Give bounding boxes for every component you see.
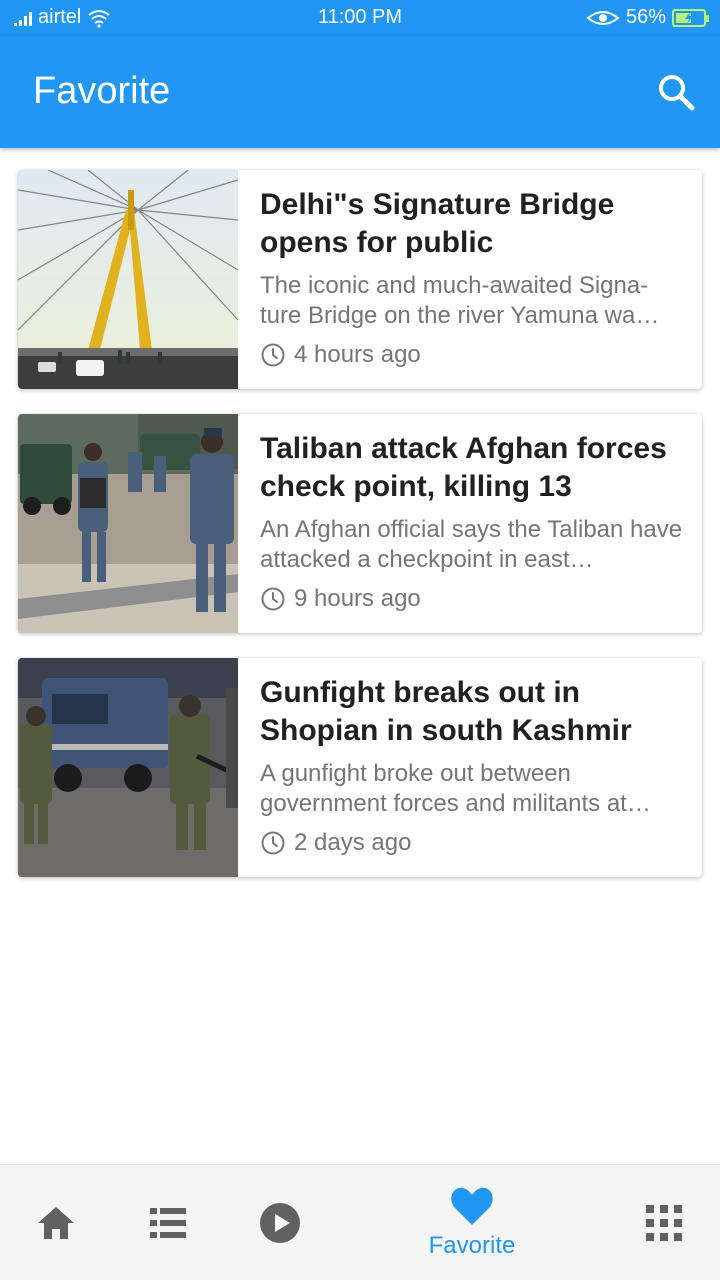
battery-icon xyxy=(672,8,709,27)
article-description: The iconic and much-awaited Signa-ture B… xyxy=(260,272,660,329)
article-description: A gunfight broke out between government … xyxy=(260,760,651,817)
article-description: An Afghan official says the Taliban have… xyxy=(260,516,683,573)
bottom-navigation: Favorite xyxy=(0,1164,720,1280)
article-timestamp: 9 hours ago xyxy=(260,585,684,613)
article-body: Gunfight breaks out in Shopian in south … xyxy=(238,658,702,877)
article-card[interactable]: Taliban attack Afghan forces check point… xyxy=(18,414,702,633)
eye-comfort-icon xyxy=(586,10,620,25)
nav-more[interactable] xyxy=(634,1165,694,1280)
article-time-text: 9 hours ago xyxy=(294,585,421,612)
clock-icon xyxy=(261,587,285,611)
clock-icon xyxy=(261,831,285,855)
article-thumbnail xyxy=(18,170,238,389)
article-body: Delhi"s Signature Bridge opens for publi… xyxy=(238,170,702,389)
status-right: 56% xyxy=(586,6,709,29)
article-list: Delhi"s Signature Bridge opens for publi… xyxy=(18,170,702,902)
heart-icon xyxy=(451,1187,493,1225)
article-time-text: 2 days ago xyxy=(294,829,412,856)
home-icon xyxy=(38,1207,74,1239)
article-timestamp: 4 hours ago xyxy=(260,341,684,369)
page-title: Favorite xyxy=(33,70,171,112)
article-card[interactable]: Delhi"s Signature Bridge opens for publi… xyxy=(18,170,702,389)
status-bar: airtel 11:00 PM 56% xyxy=(0,0,720,36)
article-thumbnail xyxy=(18,414,238,633)
battery-percent: 56% xyxy=(625,6,666,28)
apps-grid-icon xyxy=(646,1205,682,1241)
nav-list[interactable] xyxy=(138,1165,198,1280)
clock-icon xyxy=(261,343,285,367)
article-time-text: 4 hours ago xyxy=(294,341,421,368)
list-icon xyxy=(150,1208,186,1238)
app-bar: Favorite xyxy=(0,36,720,148)
nav-favorite[interactable]: Favorite xyxy=(412,1165,532,1280)
screen: airtel 11:00 PM 56% Favorite Delhi"s Sig… xyxy=(0,0,720,1280)
nav-favorite-label: Favorite xyxy=(428,1232,516,1259)
play-icon xyxy=(260,1203,300,1243)
search-button[interactable] xyxy=(654,70,698,114)
article-timestamp: 2 days ago xyxy=(260,829,684,857)
nav-home[interactable] xyxy=(26,1165,86,1280)
article-card[interactable]: Gunfight breaks out in Shopian in south … xyxy=(18,658,702,877)
search-icon xyxy=(659,75,695,111)
article-thumbnail xyxy=(18,658,238,877)
article-title: Taliban attack Afghan forces check point… xyxy=(260,432,667,503)
article-title: Gunfight breaks out in Shopian in south … xyxy=(260,676,632,747)
article-title: Delhi"s Signature Bridge opens for publi… xyxy=(260,188,615,259)
article-body: Taliban attack Afghan forces check point… xyxy=(238,414,702,633)
nav-video[interactable] xyxy=(250,1165,310,1280)
